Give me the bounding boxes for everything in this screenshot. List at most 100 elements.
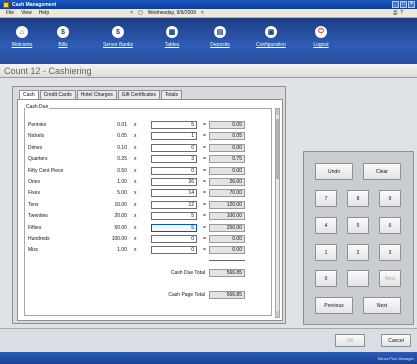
- denomination-label: Pennies: [28, 122, 47, 128]
- cash-page-total-row: Cash Page Total 566.85: [25, 290, 273, 300]
- cash-due-total-row: Cash Due Total 566.85: [25, 268, 273, 278]
- key-1[interactable]: 1: [315, 244, 337, 261]
- row-total: 250.00: [209, 223, 245, 232]
- page-title: Count 12 - Cashiering: [4, 65, 92, 76]
- equals-sign: =: [203, 144, 206, 151]
- toolbar-server-banks-button[interactable]: $ Server Banks: [89, 26, 147, 48]
- close-button[interactable]: ×: [408, 1, 415, 8]
- quantity-input[interactable]: 0: [151, 235, 197, 243]
- printer-icon[interactable]: ⎙: [393, 10, 397, 16]
- menu-view[interactable]: View: [21, 10, 32, 16]
- title-bar: Cash Management _ □ ×: [0, 0, 417, 9]
- denomination-label: Ones: [28, 179, 40, 185]
- key-4[interactable]: 4: [315, 217, 337, 234]
- key-8[interactable]: 8: [347, 190, 369, 207]
- cash-row: Quarters 0.25 x 3 = 0.75: [25, 154, 273, 164]
- key-0[interactable]: 0: [315, 270, 337, 287]
- tab-totals[interactable]: Totals: [160, 90, 182, 99]
- multiply-sign: x: [134, 190, 137, 197]
- menu-bar: File View Help < ▢ Wednesday, 9/9/2009 <…: [0, 9, 417, 18]
- menu-status-icons: ⎙ ?: [393, 10, 417, 16]
- cash-page-total-label: Cash Page Total: [168, 291, 205, 298]
- equals-sign: =: [203, 133, 206, 140]
- multiply-sign: x: [134, 247, 137, 254]
- quantity-input[interactable]: 5: [151, 223, 197, 232]
- row-total: 0.05: [209, 132, 245, 141]
- toolbar-tables-button[interactable]: ▦ Tables: [147, 26, 197, 48]
- current-date: Wednesday, 9/9/2009: [147, 10, 196, 16]
- next-button[interactable]: Next: [363, 297, 401, 314]
- key-2[interactable]: 2: [347, 244, 369, 261]
- denomination-label: Fifties: [28, 224, 42, 231]
- quantity-input[interactable]: 26: [151, 178, 197, 186]
- toolbar-deposits-button[interactable]: ▤ Deposits: [197, 26, 243, 48]
- previous-button[interactable]: Previous: [315, 297, 353, 314]
- key-9[interactable]: 9: [379, 190, 401, 207]
- cash-row: Twenties 20.00 x 5 = 100.00: [25, 211, 273, 221]
- scroll-thumb[interactable]: [276, 119, 279, 179]
- maximize-button[interactable]: □: [400, 1, 407, 8]
- key-decimal[interactable]: .: [347, 270, 369, 287]
- toolbar-label: Configuration: [256, 42, 286, 48]
- quantity-input[interactable]: 0: [151, 143, 197, 152]
- multiply-sign: x: [134, 144, 137, 151]
- key-6[interactable]: 6: [379, 217, 401, 234]
- key-7[interactable]: 7: [315, 190, 337, 207]
- toolbar-configuration-button[interactable]: ▣ Configuration: [243, 26, 299, 48]
- row-total: 0.00: [209, 246, 245, 255]
- tab-cash[interactable]: Cash: [19, 90, 39, 99]
- ok-button[interactable]: OK: [335, 334, 365, 347]
- scroll-down-arrow[interactable]: [276, 311, 279, 317]
- multiply-sign: x: [134, 224, 137, 231]
- help-icon[interactable]: ?: [400, 10, 403, 16]
- cash-row: Nickels 0.05 x 1 = 0.05: [25, 131, 273, 141]
- quantity-input[interactable]: 3: [151, 155, 197, 164]
- row-total: 0.00: [209, 166, 245, 175]
- quantity-input[interactable]: 1: [151, 132, 197, 141]
- toolbar-logout-button[interactable]: ⏻ Logout: [299, 26, 343, 48]
- equals-sign: =: [203, 122, 206, 128]
- date-prev-button[interactable]: <: [130, 10, 133, 16]
- denomination-value: 0.05: [117, 133, 127, 140]
- menu-file[interactable]: File: [6, 10, 14, 16]
- page-header: Count 12 - Cashiering: [0, 64, 417, 78]
- menu-help[interactable]: Help: [39, 10, 49, 16]
- quantity-input[interactable]: 5: [151, 212, 197, 221]
- clear-button[interactable]: Clear: [363, 163, 401, 180]
- key-next-small[interactable]: Next: [379, 270, 401, 287]
- denomination-value: 0.10: [117, 144, 127, 151]
- tab-gift-certificates[interactable]: Gift Certificates: [117, 90, 160, 99]
- quantity-input[interactable]: 14: [151, 189, 197, 198]
- denomination-value: 20.00: [114, 213, 127, 220]
- dialog-footer: OK Cancel: [0, 328, 417, 352]
- denomination-value: 0.50: [117, 167, 127, 174]
- row-total: 0.00: [209, 235, 245, 243]
- cash-due-label: Cash Due: [25, 104, 50, 110]
- home-icon: ⌂: [16, 26, 28, 38]
- multiply-sign: x: [134, 213, 137, 220]
- status-text: Biena Plus Manager: [377, 355, 414, 361]
- quantity-input[interactable]: 0: [151, 166, 197, 175]
- undo-button[interactable]: Undo: [315, 163, 353, 180]
- minimize-button[interactable]: _: [392, 1, 399, 8]
- quantity-input[interactable]: 0: [151, 246, 197, 255]
- quantity-input[interactable]: 12: [151, 200, 197, 209]
- date-next-button[interactable]: <: [201, 10, 204, 16]
- scroll-up-arrow[interactable]: [276, 109, 279, 115]
- denomination-value: 1.00: [117, 179, 127, 185]
- row-total: 100.00: [209, 212, 245, 221]
- tab-bar: Cash Credit Cards Hotel Charges Gift Cer…: [19, 90, 182, 99]
- key-3[interactable]: 3: [379, 244, 401, 261]
- bills-icon: $: [57, 26, 69, 38]
- vertical-scrollbar[interactable]: [275, 108, 280, 318]
- numeric-keypad: Undo Clear 7 8 9 4 5 6 1 2 3 0 . Next Pr…: [303, 151, 414, 325]
- cancel-button[interactable]: Cancel: [381, 334, 411, 347]
- denomination-label: Fifty Cent Piece: [28, 167, 64, 174]
- toolbar-welcome-button[interactable]: ⌂ Welcome: [7, 26, 37, 48]
- denomination-label: Quarters: [28, 156, 48, 163]
- tab-credit-cards[interactable]: Credit Cards: [39, 90, 76, 99]
- quantity-input[interactable]: 5: [151, 121, 197, 129]
- toolbar-bills-button[interactable]: $ Bills: [37, 26, 89, 48]
- tab-hotel-charges[interactable]: Hotel Charges: [76, 90, 117, 99]
- key-5[interactable]: 5: [347, 217, 369, 234]
